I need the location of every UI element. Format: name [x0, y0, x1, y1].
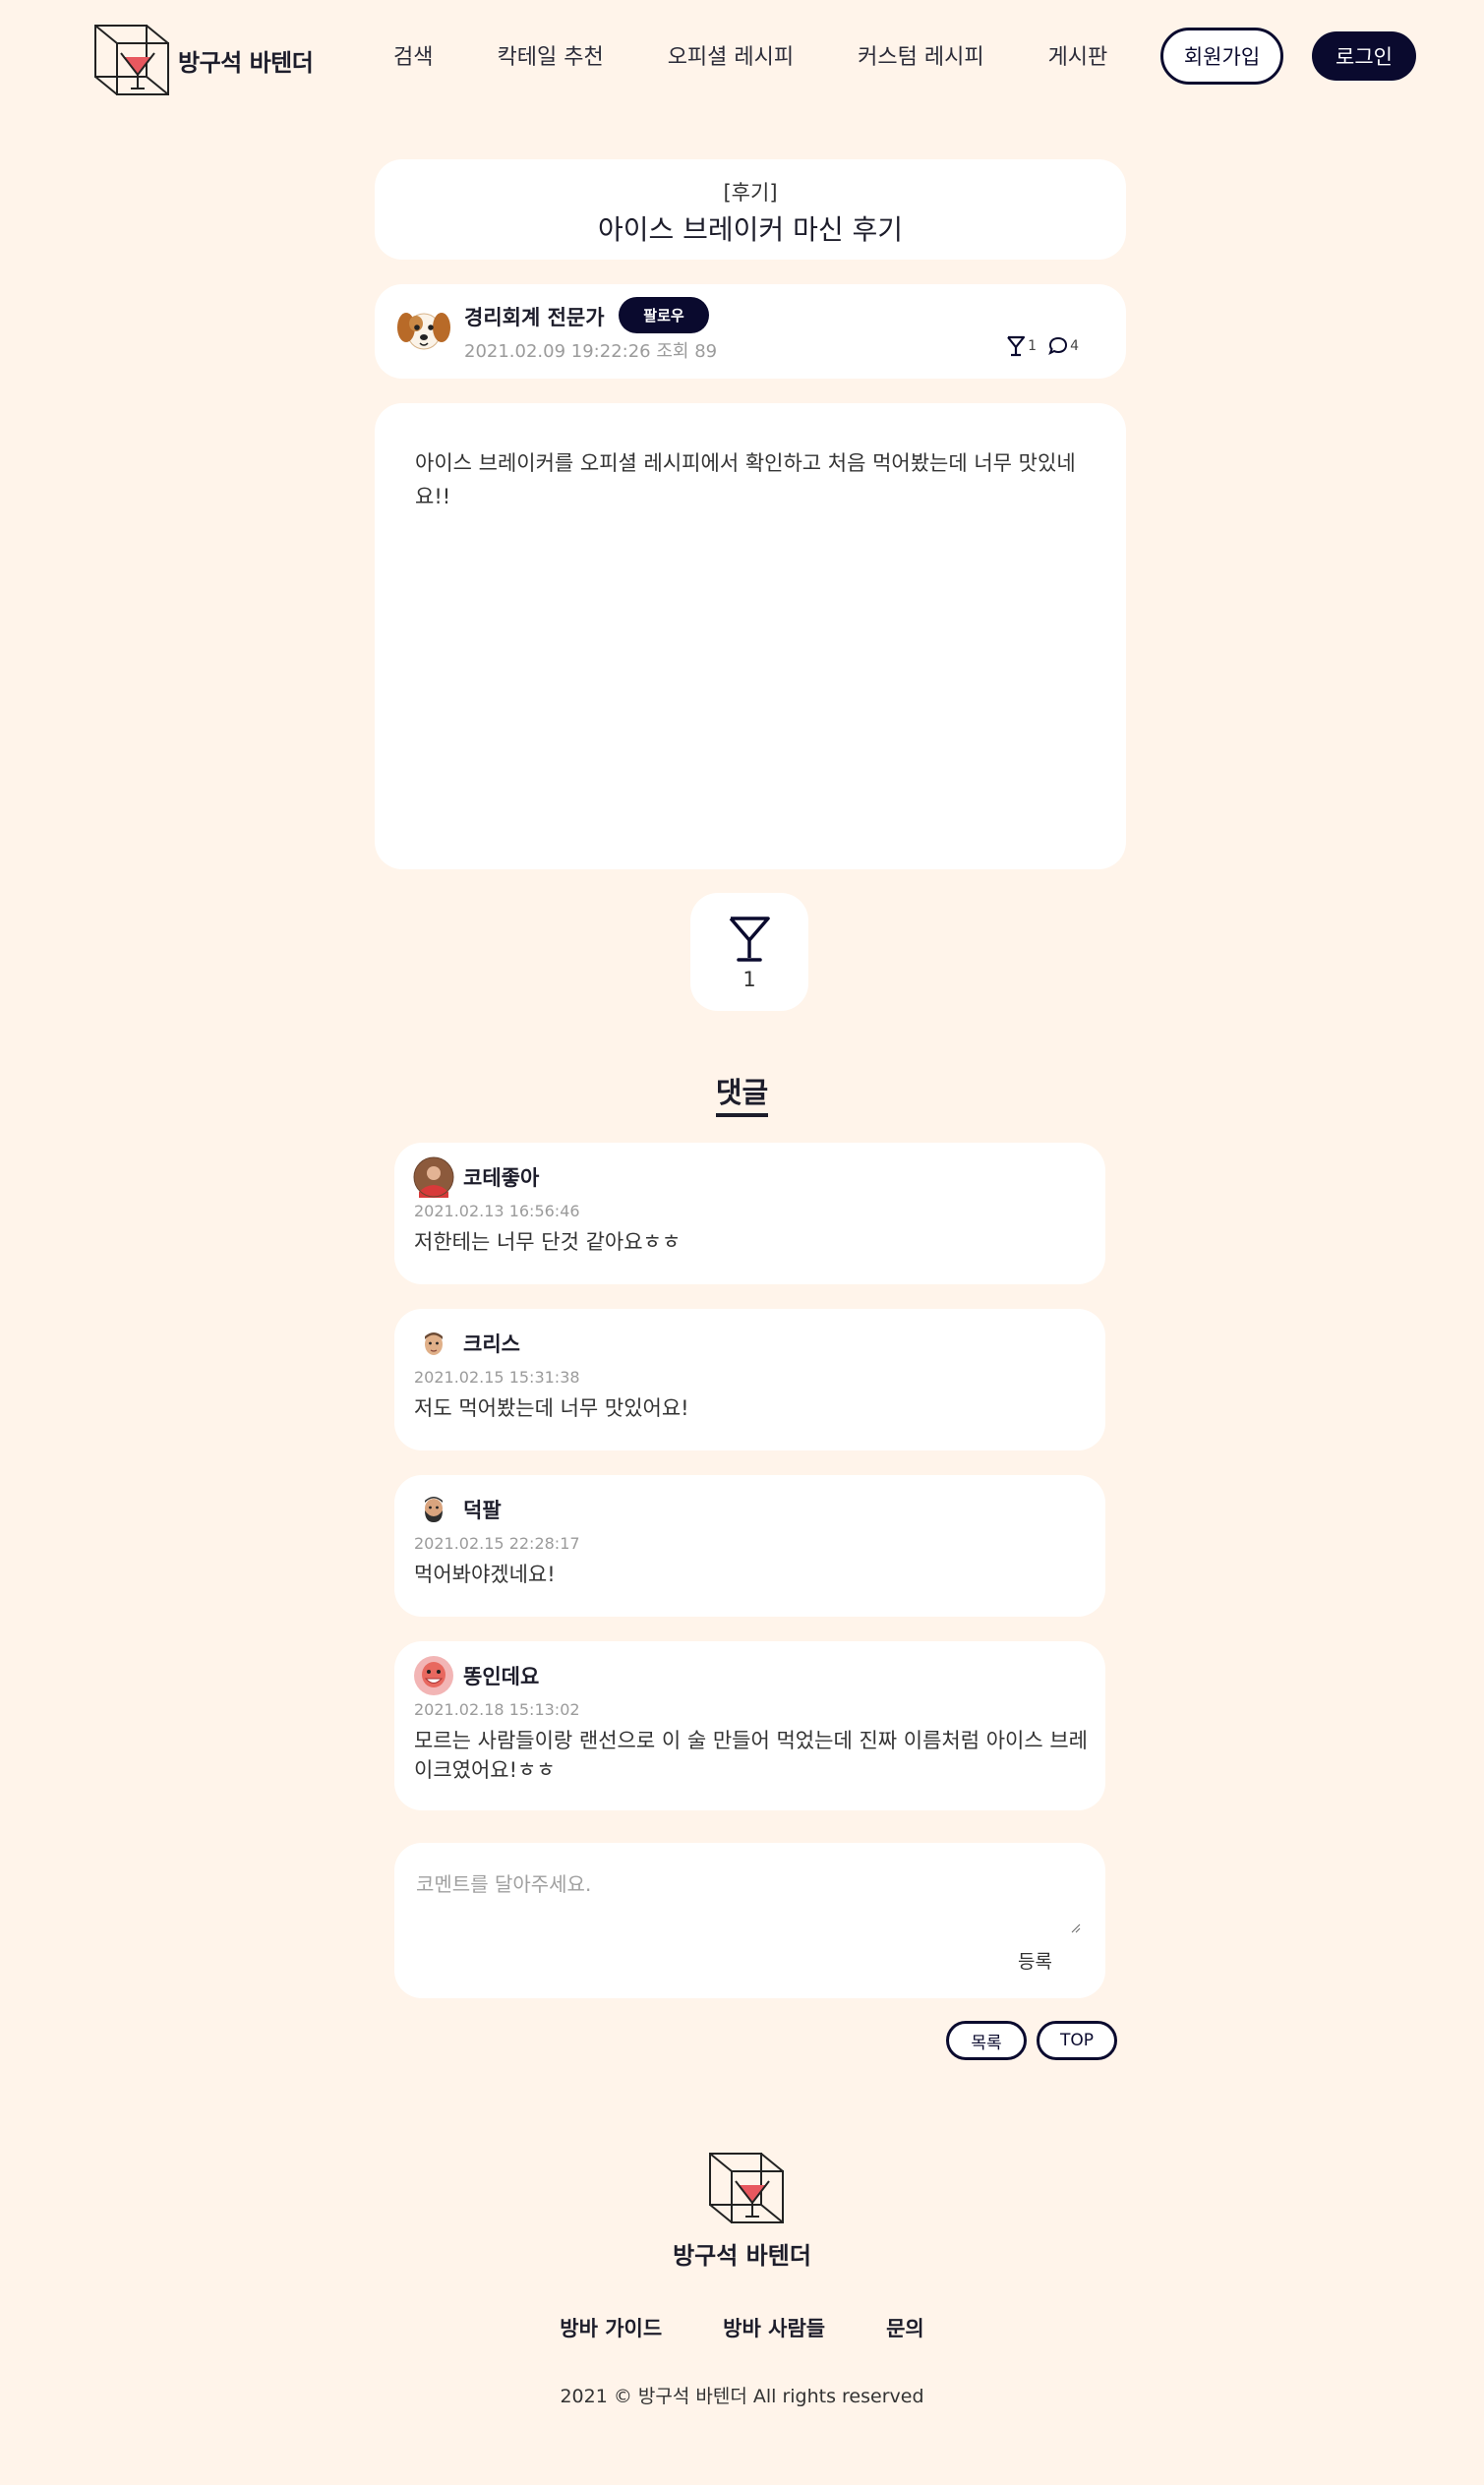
bearded-man-avatar-icon[interactable] — [413, 1489, 454, 1530]
footer-link-contact[interactable]: 문의 — [886, 2313, 924, 2342]
comment-form: 등록 — [394, 1843, 1105, 1998]
login-button[interactable]: 로그인 — [1312, 31, 1416, 81]
comment-author[interactable]: 코테좋아 — [463, 1162, 539, 1192]
comment-author[interactable]: 똥인데요 — [463, 1661, 539, 1690]
smiling-avatar-icon[interactable] — [413, 1655, 454, 1696]
red-shirt-avatar-icon[interactable] — [413, 1156, 454, 1198]
comment-submit-button[interactable]: 등록 — [1018, 1947, 1052, 1974]
brand-name: 방구석 바텐더 — [178, 48, 314, 77]
nav-search[interactable]: 검색 — [393, 39, 433, 71]
footer-link-guide[interactable]: 방바 가이드 — [560, 2313, 662, 2342]
comment-text: 먹어봐야겠네요! — [414, 1563, 556, 1586]
like-count: 1 — [742, 968, 756, 991]
site-header: 방구석 바텐더 검색 칵테일 추천 오피셜 레시피 커스텀 레시피 게시판 회원… — [0, 0, 1484, 114]
post-like-count: 1 — [1028, 338, 1038, 354]
copyright: 2021 © 방구석 바텐더 All rights reserved — [560, 2386, 924, 2407]
comment-item: 크리스 2021.02.15 15:31:38 저도 먹어봤는데 너무 맛있어요… — [394, 1309, 1105, 1450]
main-nav: 검색 칵테일 추천 오피셜 레시피 커스텀 레시피 게시판 — [393, 39, 1171, 71]
comment-text: 모르는 사람들이랑 랜선으로 이 술 만들어 먹었는데 진짜 이름처럼 아이스 … — [414, 1729, 1088, 1782]
footer-link-people[interactable]: 방바 사람들 — [723, 2313, 825, 2342]
resize-handle-icon[interactable] — [1071, 1923, 1081, 1933]
comment-author[interactable]: 크리스 — [463, 1329, 520, 1358]
comment-item: 똥인데요 2021.02.18 15:13:02 모르는 사람들이랑 랜선으로 … — [394, 1641, 1105, 1810]
comment-item: 덕팔 2021.02.15 22:28:17 먹어봐야겠네요! — [394, 1475, 1105, 1617]
top-button[interactable]: TOP — [1037, 2021, 1117, 2060]
nav-board[interactable]: 게시판 — [1048, 39, 1108, 71]
footer-links: 방바 가이드 방바 사람들 문의 — [0, 2313, 1484, 2342]
post-body-card: 아이스 브레이커를 오피셜 레시피에서 확인하고 처음 먹어봤는데 너무 맛있네… — [375, 403, 1126, 869]
cocktail-cube-logo-icon — [94, 25, 169, 95]
speech-bubble-icon — [1048, 336, 1068, 356]
post-stats: 1 4 — [1006, 335, 1079, 357]
comment-input[interactable] — [416, 1868, 1082, 1931]
list-button[interactable]: 목록 — [946, 2021, 1027, 2060]
post-views: 조회 89 — [656, 341, 718, 362]
footer-brand-name: 방구석 바텐더 — [673, 2242, 811, 2270]
comments-heading: 댓글 — [0, 1070, 1484, 1117]
post-author-card: 경리회계 전문가 팔로우 2021.02.09 19:22:26 조회 89 1… — [375, 284, 1126, 379]
cocktail-cube-logo-icon — [709, 2153, 784, 2223]
brand-logo[interactable]: 방구석 바텐더 — [93, 24, 314, 96]
man-avatar-icon[interactable] — [413, 1323, 454, 1364]
comment-author[interactable]: 덕팔 — [463, 1495, 502, 1524]
nav-official-recipe[interactable]: 오피셜 레시피 — [668, 39, 794, 71]
nav-cocktail-recommend[interactable]: 칵테일 추천 — [497, 39, 603, 71]
comment-text: 저도 먹어봤는데 너무 맛있어요! — [414, 1396, 689, 1420]
post-category: [후기] — [723, 181, 778, 205]
post-datetime: 2021.02.09 19:22:26 — [464, 341, 651, 362]
comment-item: 코테좋아 2021.02.13 16:56:46 저한테는 너무 단것 같아요ㅎ… — [394, 1143, 1105, 1284]
post-body: 아이스 브레이커를 오피셜 레시피에서 확인하고 처음 먹어봤는데 너무 맛있네… — [415, 451, 1076, 508]
puppy-avatar-icon[interactable] — [396, 302, 451, 357]
signup-button[interactable]: 회원가입 — [1160, 28, 1283, 85]
cocktail-glass-icon — [729, 917, 770, 962]
comment-text: 저한테는 너무 단것 같아요ㅎㅎ — [414, 1230, 682, 1254]
post-meta: 2021.02.09 19:22:26 조회 89 — [464, 337, 717, 363]
comment-date: 2021.02.13 16:56:46 — [414, 1202, 580, 1220]
cocktail-glass-icon — [1007, 335, 1026, 357]
post-author-name[interactable]: 경리회계 전문가 — [464, 302, 605, 331]
post-comment-count: 4 — [1070, 338, 1079, 354]
comment-date: 2021.02.18 15:13:02 — [414, 1700, 580, 1719]
comment-date: 2021.02.15 15:31:38 — [414, 1368, 580, 1387]
like-button[interactable]: 1 — [690, 893, 808, 1011]
follow-button[interactable]: 팔로우 — [619, 297, 709, 333]
nav-custom-recipe[interactable]: 커스텀 레시피 — [858, 39, 983, 71]
post-title-card: [후기] 아이스 브레이커 마신 후기 — [375, 159, 1126, 260]
comment-date: 2021.02.15 22:28:17 — [414, 1534, 580, 1553]
post-title: 아이스 브레이커 마신 후기 — [597, 213, 904, 246]
